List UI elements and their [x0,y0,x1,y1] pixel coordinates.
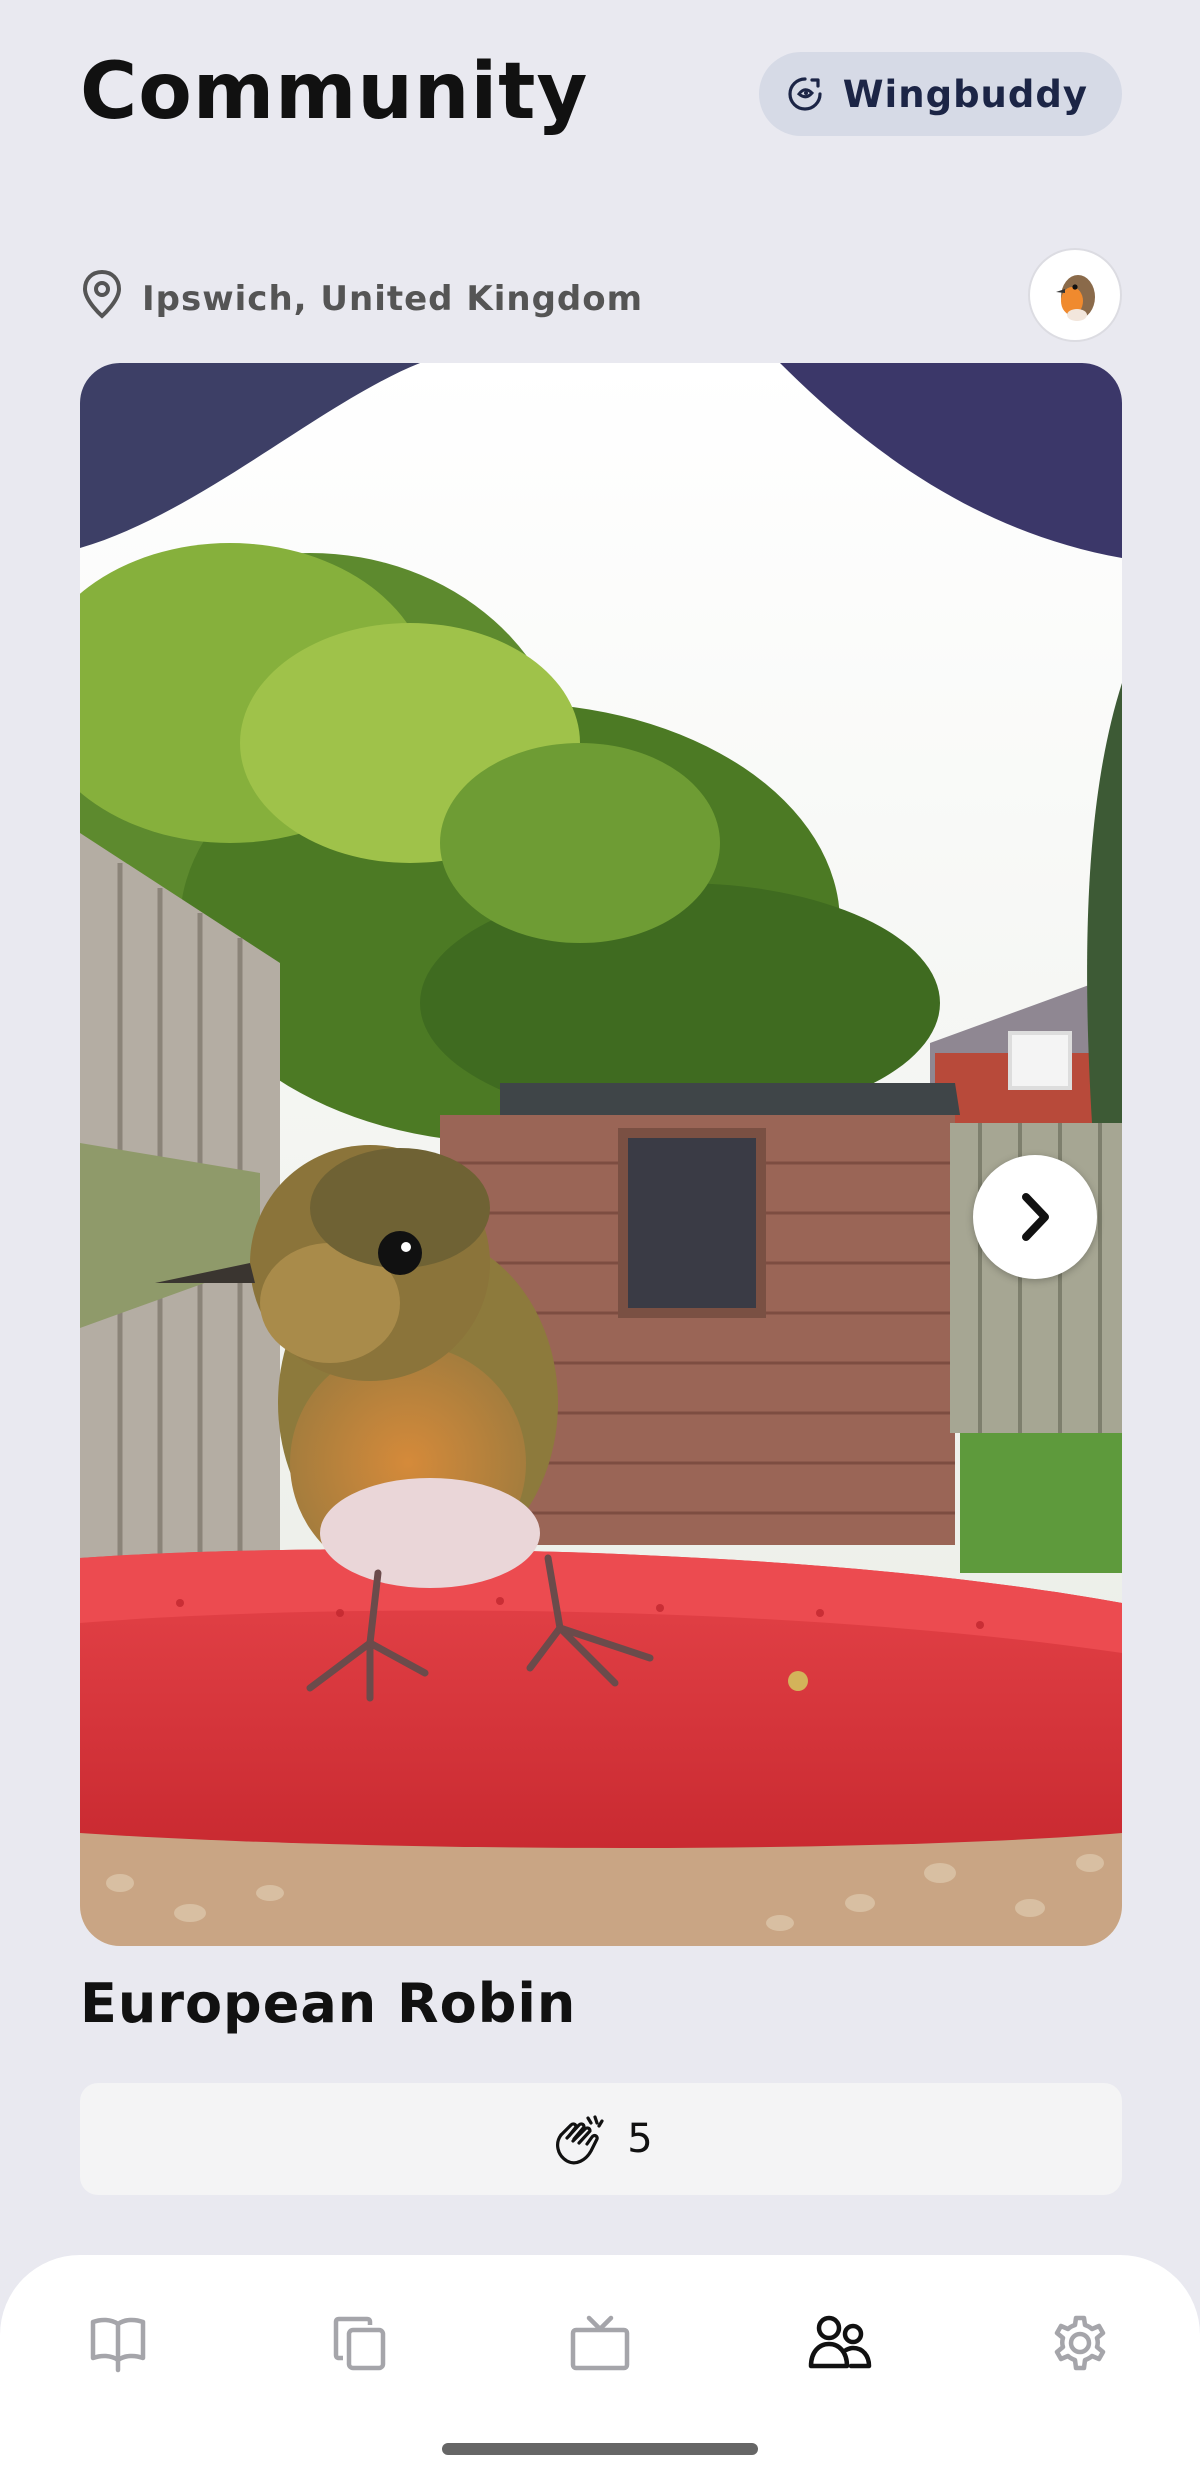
species-name: European Robin [80,1972,577,2035]
cards-icon [333,2316,386,2371]
next-photo-button[interactable] [973,1155,1097,1279]
avatar[interactable] [1028,248,1122,342]
robin-avatar-icon [1056,275,1095,321]
location-pin-icon [80,268,124,329]
home-indicator [442,2443,758,2455]
tab-live[interactable] [560,2303,640,2383]
wingbuddy-icon [785,74,825,114]
location-text: Ipswich, United Kingdom [142,278,644,319]
tab-bar [0,2255,1200,2482]
tab-guide[interactable] [78,2303,158,2383]
observation-photo[interactable] [80,363,1122,1946]
tab-community[interactable] [800,2303,880,2383]
people-icon [808,2315,872,2369]
wingbuddy-button[interactable]: Wingbuddy [758,52,1122,136]
clap-button[interactable]: 5 [80,2083,1122,2195]
location: Ipswich, United Kingdom [80,268,643,329]
chevron-right-icon [1022,1193,1049,1241]
robin-photo [80,363,1122,1946]
gear-icon [1054,2315,1106,2371]
clap-count: 5 [627,2116,653,2162]
page-title: Community [80,47,589,137]
tv-icon [570,2315,630,2371]
wingbuddy-label: Wingbuddy [842,72,1088,116]
clap-hands-icon [556,2115,604,2165]
tab-settings[interactable] [1040,2303,1120,2383]
tab-cards[interactable] [320,2303,400,2383]
book-icon [90,2317,146,2373]
